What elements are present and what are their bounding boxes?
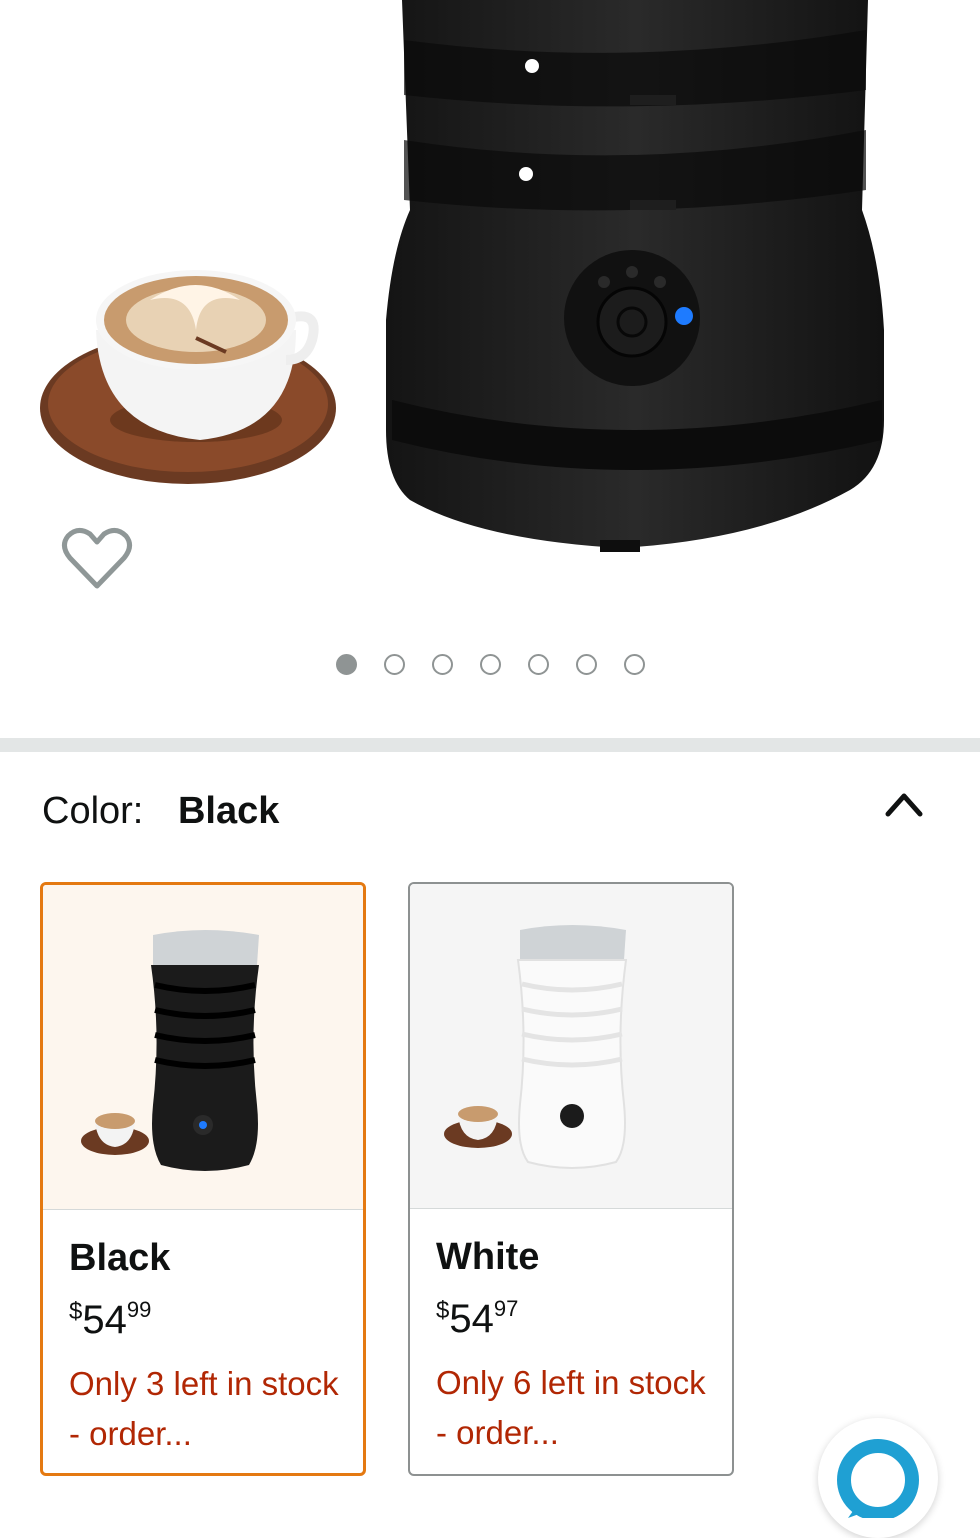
white-frother-thumbnail bbox=[444, 925, 628, 1169]
option-name: White bbox=[436, 1236, 540, 1278]
chevron-up-icon bbox=[885, 793, 923, 817]
gallery-dot[interactable] bbox=[335, 654, 357, 675]
gallery-dot[interactable] bbox=[383, 654, 405, 675]
product-image-gallery[interactable] bbox=[0, 0, 980, 740]
price-currency: $ bbox=[436, 1297, 450, 1324]
color-label: Color: bbox=[42, 790, 144, 832]
gallery-dot[interactable] bbox=[431, 654, 453, 675]
price-currency: $ bbox=[69, 1298, 83, 1325]
card-separator bbox=[43, 1209, 363, 1210]
gallery-pagination-dots bbox=[0, 654, 980, 680]
price-whole: 54 bbox=[449, 1297, 494, 1341]
gallery-dot[interactable] bbox=[479, 654, 501, 675]
collapse-colors-button[interactable] bbox=[884, 786, 924, 820]
color-option-image bbox=[43, 885, 363, 1209]
stock-status: Only 6 left in stock - order... bbox=[436, 1364, 706, 1451]
section-divider bbox=[0, 738, 980, 752]
alexa-button[interactable] bbox=[818, 1418, 938, 1538]
color-option-image bbox=[410, 884, 732, 1208]
wishlist-heart-button[interactable] bbox=[60, 526, 134, 592]
selected-color-value: Black bbox=[177, 790, 280, 832]
color-option-white[interactable]: White $5497 Only 6 left in stock - order… bbox=[408, 882, 734, 1476]
stock-status: Only 3 left in stock - order... bbox=[69, 1365, 339, 1452]
option-price: $5499 bbox=[69, 1297, 151, 1343]
color-selector-header: Color: Black bbox=[42, 790, 279, 833]
price-fraction: 97 bbox=[493, 1296, 519, 1321]
option-price: $5497 bbox=[436, 1296, 518, 1342]
product-hero-image bbox=[40, 0, 884, 552]
gallery-dot[interactable] bbox=[575, 654, 597, 675]
black-frother-thumbnail bbox=[81, 930, 259, 1171]
alexa-icon bbox=[837, 1439, 919, 1521]
heart-icon bbox=[62, 528, 132, 589]
price-whole: 54 bbox=[82, 1298, 127, 1342]
price-fraction: 99 bbox=[126, 1297, 152, 1322]
color-option-black[interactable]: Black $5499 Only 3 left in stock - order… bbox=[40, 882, 366, 1476]
gallery-dot[interactable] bbox=[623, 654, 645, 675]
card-separator bbox=[410, 1208, 732, 1209]
gallery-dot[interactable] bbox=[527, 654, 549, 675]
option-name: Black bbox=[69, 1237, 171, 1279]
